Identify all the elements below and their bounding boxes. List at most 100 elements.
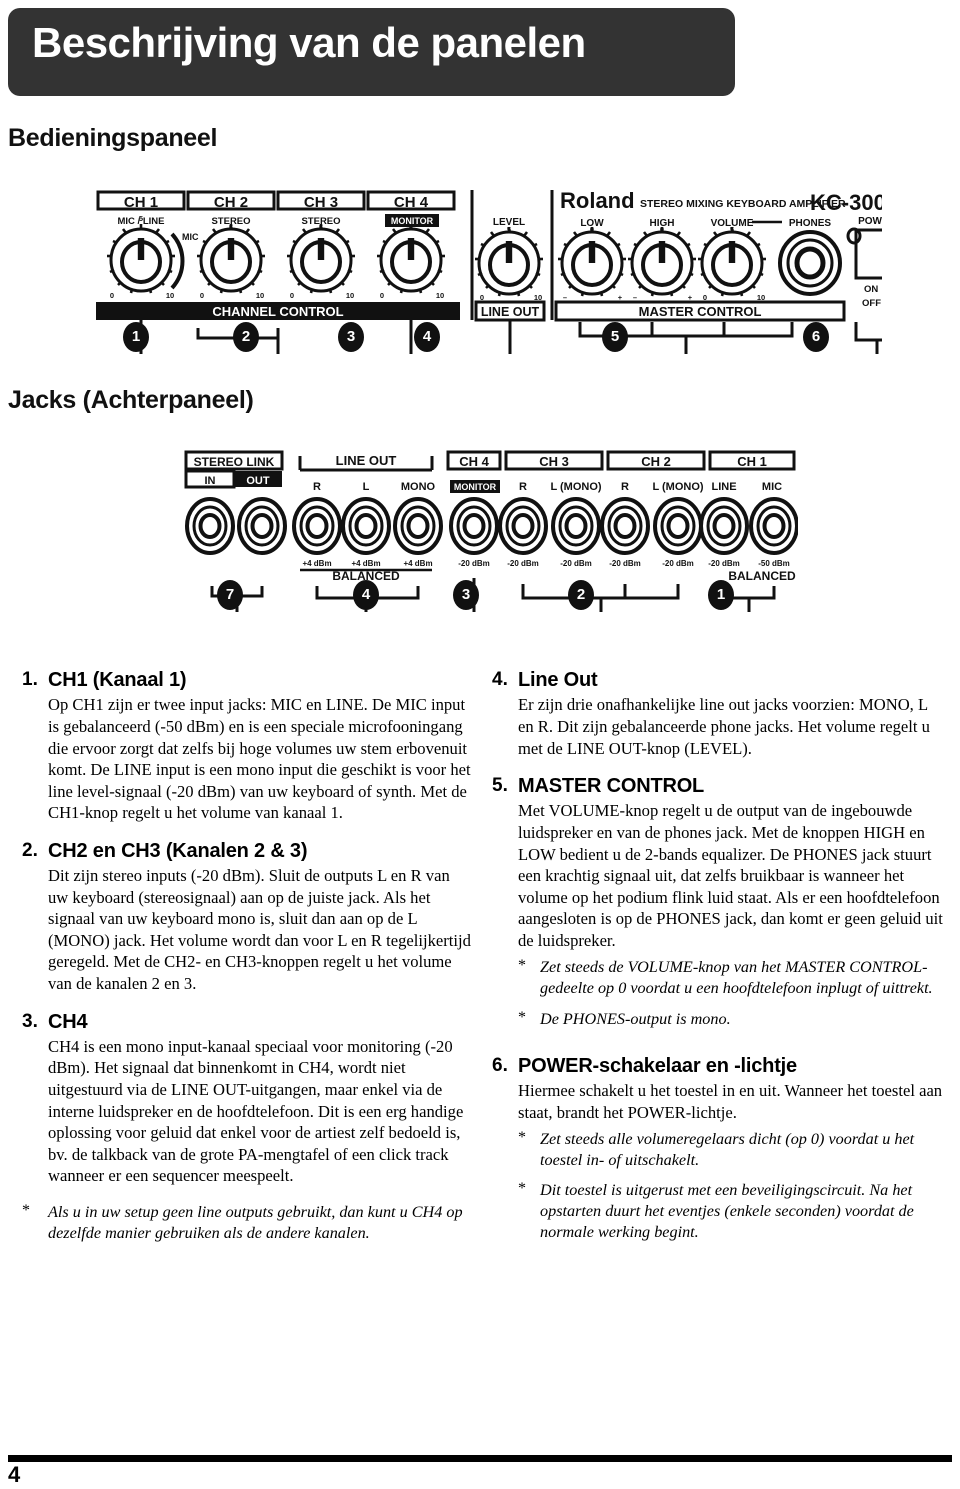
page-number: 4 xyxy=(8,1462,21,1487)
front-ch1-box-label: CH 1 xyxy=(124,194,158,211)
ch4-volume-knob[interactable] xyxy=(375,222,447,295)
line-out-r-label: R xyxy=(313,481,321,493)
low-scale-mid: 0 xyxy=(590,225,594,234)
section-5: 5. MASTER CONTROL Met VOLUME-knop regelt u… xyxy=(492,774,944,1039)
section-heading: CH1 (Kanaal 1) xyxy=(48,669,187,691)
master-volume-knob[interactable] xyxy=(696,225,768,298)
section-paragraph: Met VOLUME-knop regelt u de output van d… xyxy=(518,801,943,950)
high-scale-mid: 0 xyxy=(660,225,664,234)
ch4-monitor-jack[interactable] xyxy=(449,497,499,555)
line-out-r-jack[interactable] xyxy=(292,497,342,555)
ch4-scale-max: 10 xyxy=(436,291,444,300)
note-text: De PHONES-output is mono. xyxy=(540,1009,731,1028)
stereo-link-out-label: OUT xyxy=(246,475,270,487)
ch1-scale-max: 10 xyxy=(166,291,174,300)
brand-roland: Roland xyxy=(560,188,635,213)
power-on-label: ON xyxy=(864,284,878,295)
note-text: Als u in uw setup geen line outputs gebr… xyxy=(48,1202,463,1242)
ch2-r-label: R xyxy=(621,481,629,493)
callout-bubble: 6 xyxy=(803,322,829,352)
section-4: 4. Line Out Er zijn drie onafhankelijke li… xyxy=(492,668,944,759)
section-number: 3. xyxy=(22,1010,38,1032)
section-paragraph: Dit zijn stereo inputs (-20 dBm). Sluit … xyxy=(48,866,471,993)
line-out-l-jack[interactable] xyxy=(341,497,391,555)
section-6: 6. POWER-schakelaar en -lichtje Hiermee sc… xyxy=(492,1054,944,1253)
ch2-lm-jack[interactable] xyxy=(653,497,703,555)
front-ch2-box-label: CH 2 xyxy=(214,194,248,211)
ch3-volume-knob[interactable] xyxy=(285,222,357,295)
note-bullet-star: * xyxy=(518,1129,526,1147)
ch3-lm-jack[interactable] xyxy=(551,497,601,555)
line-out-mono-jack[interactable] xyxy=(393,497,443,555)
ch1-line-label: LINE xyxy=(711,481,736,493)
ch2-lm-level: -20 dBm xyxy=(662,559,694,568)
front-panel-diagram: CH 1 CH 2 CH 3 CH 4 MIC / LINE STEREO ST… xyxy=(92,188,882,358)
section-1: 1. CH1 (Kanaal 1) Op CH1 zijn er twee inpu… xyxy=(22,668,474,824)
line-out-l-label: L xyxy=(363,481,370,493)
rear-panel-diagram: STEREO LINK IN OUT LINE OUT R L MONO +4 … xyxy=(178,448,798,616)
section-paragraph: Er zijn drie onafhankelijke line out jac… xyxy=(518,695,930,758)
section-note: * Dit toestel is uitgerust met een beveil… xyxy=(518,1180,944,1243)
callout-bubble: 4 xyxy=(353,580,379,610)
note-bullet-star: * xyxy=(22,1201,30,1219)
ch1-mic-level: -50 dBm xyxy=(758,559,790,568)
callout-bubble: 3 xyxy=(338,322,364,352)
eq-low-knob[interactable] xyxy=(556,225,628,298)
ch1-line-jack[interactable] xyxy=(699,497,749,555)
ch2-scale-mid: 5 xyxy=(229,223,233,232)
section-number: 6. xyxy=(492,1054,508,1076)
phones-jack[interactable] xyxy=(778,230,842,296)
level-scale-mid: 5 xyxy=(507,225,511,234)
section-paragraph: Hiermee schakelt u het toestel in en uit… xyxy=(518,1080,943,1122)
section-heading: POWER-schakelaar en -lichtje xyxy=(518,1054,797,1077)
section-note: * De PHONES-output is mono. xyxy=(518,1009,944,1030)
ch3-lm-level: -20 dBm xyxy=(560,559,592,568)
ch1-scale-mid: 5 xyxy=(139,214,143,223)
ch3-scale-mid: 5 xyxy=(319,223,323,232)
ch2-r-level: -20 dBm xyxy=(609,559,641,568)
channel-control-bar-label: CHANNEL CONTROL xyxy=(212,304,343,319)
section-number: 2. xyxy=(22,839,38,861)
section-heading: CH4 xyxy=(48,1010,88,1033)
ch1-mic-label: MIC xyxy=(762,481,782,493)
section-2: 2. CH2 en CH3 (Kanalen 2 & 3) Dit zijn ste… xyxy=(22,839,474,995)
callout-bubble: 1 xyxy=(708,580,734,610)
rear-ch3-box-label: CH 3 xyxy=(539,454,569,469)
stereo-link-in-jack[interactable] xyxy=(185,497,235,555)
line-out-level-knob[interactable] xyxy=(473,225,545,298)
stereo-link-out-jack[interactable] xyxy=(237,497,287,555)
ch3-r-jack[interactable] xyxy=(498,497,548,555)
section-body: CH4 CH4 is een mono input-kanaal speciaal… xyxy=(48,1010,474,1187)
page-title: Beschrijving van de panelen xyxy=(32,19,586,66)
model-number: KC-300 xyxy=(810,190,882,215)
line-out-mono-label: MONO xyxy=(401,481,436,493)
line-out-bar-label: LINE OUT xyxy=(481,305,540,319)
section-body: POWER-schakelaar en -lichtje Hiermee scha… xyxy=(518,1054,944,1253)
section-number: 4. xyxy=(492,669,508,690)
rear-ch2-box-label: CH 2 xyxy=(641,454,671,469)
note-bullet-star: * xyxy=(518,957,526,975)
section-3: 3. CH4 CH4 is een mono input-kanaal specia… xyxy=(22,1010,474,1187)
section-note: * Zet steeds alle volumeregelaars dicht (… xyxy=(518,1129,944,1171)
ch4-monitor-label: MONITOR xyxy=(454,482,497,492)
front-channel-boxes: CH 1 CH 2 CH 3 CH 4 xyxy=(96,190,456,211)
note-text: Dit toestel is uitgerust met een beveili… xyxy=(540,1181,914,1242)
section-heading: Line Out xyxy=(518,669,598,691)
ch1-mic-jack[interactable] xyxy=(749,497,798,555)
phones-jack-label: PHONES xyxy=(789,218,832,229)
eq-high-knob[interactable] xyxy=(626,225,698,298)
line-out-r-level: +4 dBm xyxy=(302,559,331,568)
ch1-volume-knob[interactable] xyxy=(105,222,177,295)
ch3-lm-label: L (MONO) xyxy=(550,481,601,493)
power-off-label: OFF xyxy=(862,298,881,309)
note-text: Zet steeds de VOLUME-knop van het MASTER… xyxy=(540,958,933,998)
note-text: Zet steeds alle volumeregelaars dicht (o… xyxy=(540,1130,915,1170)
ch2-r-jack[interactable] xyxy=(600,497,650,555)
ch1-line-level: -20 dBm xyxy=(708,559,740,568)
section-body: Line Out Er zijn drie onafhankelijke line… xyxy=(518,668,944,759)
callout-bubble: 5 xyxy=(602,322,628,352)
line-out-mono-level: +4 dBm xyxy=(403,559,432,568)
ch2-volume-knob[interactable] xyxy=(195,222,267,295)
section-number: 1. xyxy=(22,669,38,690)
section-heading-rear-panel: Jacks (Achterpaneel) xyxy=(8,386,254,414)
